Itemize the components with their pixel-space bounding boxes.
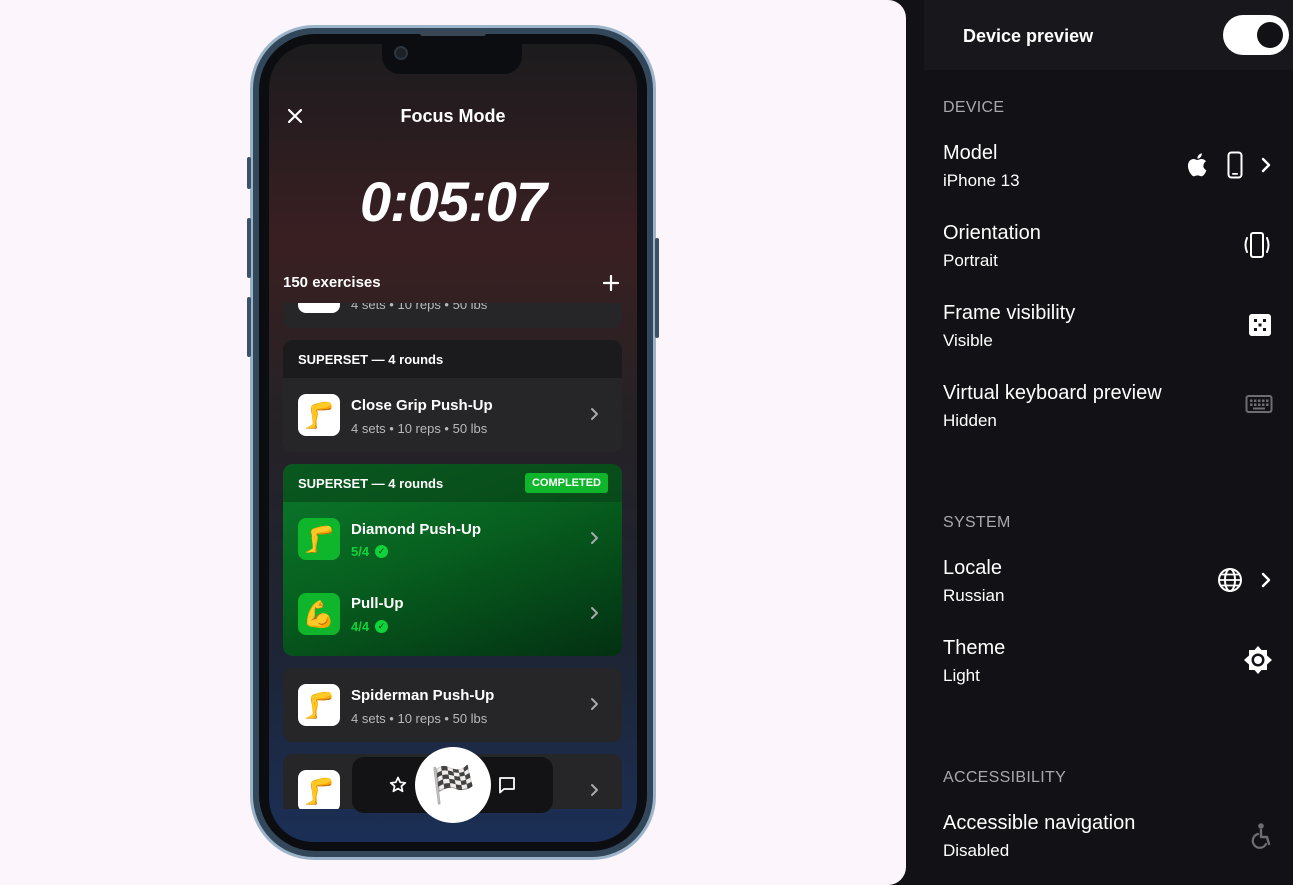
- chevron-right-icon: [591, 532, 598, 544]
- exercise-row[interactable]: 🦵 Diamond Push-Up 5/4 ✓: [283, 502, 622, 577]
- apple-logo-icon: [1187, 153, 1207, 177]
- setting-accessible-navigation[interactable]: Accessible navigation Disabled: [943, 812, 1273, 861]
- check-circle-icon: ✓: [375, 545, 389, 558]
- flexed-biceps-emoji-icon: 💪: [298, 593, 340, 635]
- accessibility-icon: [1251, 823, 1271, 849]
- setting-icons: [1243, 645, 1273, 675]
- setting-icons: [1245, 394, 1273, 414]
- setting-label: Accessible navigation: [943, 812, 1136, 834]
- chevron-right-icon: [591, 408, 598, 420]
- exercise-progress: 5/4 ✓: [351, 544, 389, 559]
- setting-value: Disabled: [943, 841, 1010, 860]
- setting-virtual-keyboard[interactable]: Virtual keyboard preview Hidden: [943, 382, 1273, 431]
- app-header: Focus Mode: [269, 100, 637, 134]
- brightness-icon: [1244, 646, 1272, 674]
- setting-frame-visibility[interactable]: Frame visibility Visible: [943, 302, 1273, 351]
- section-device: DEVICE: [943, 99, 1005, 116]
- device-preview-panel: Device preview DEVICE Model iPhone 13 Or…: [906, 0, 1293, 885]
- setting-theme[interactable]: Theme Light: [943, 637, 1273, 686]
- toggle-knob: [1257, 22, 1283, 48]
- superset-card: SUPERSET — 4 rounds 🦵 Close Grip Push-Up…: [283, 340, 622, 452]
- exercise-count: 150 exercises: [283, 274, 381, 291]
- section-accessibility: ACCESSIBILITY: [943, 769, 1067, 786]
- setting-icons: [1241, 230, 1273, 260]
- add-icon[interactable]: [601, 273, 621, 293]
- exercise-card[interactable]: 🦵 Spiderman Push-Up 4 sets • 10 reps • 5…: [283, 668, 622, 742]
- superset-card-completed: SUPERSET — 4 rounds COMPLETED 🦵 Diamond …: [283, 464, 622, 656]
- phone-icon: [1227, 151, 1243, 179]
- globe-icon: [1218, 568, 1242, 592]
- setting-label: Virtual keyboard preview: [943, 382, 1162, 404]
- finish-workout-button[interactable]: 🏁: [415, 747, 491, 823]
- phone-camera: [394, 46, 408, 60]
- preview-canvas: Focus Mode 0:05:07 150 exercises 4 sets …: [0, 0, 906, 885]
- setting-label: Theme: [943, 637, 1006, 659]
- device-preview-toggle[interactable]: [1223, 15, 1289, 55]
- chevron-right-icon: [591, 784, 598, 796]
- setting-value: Portrait: [943, 251, 998, 270]
- phone-screen: Focus Mode 0:05:07 150 exercises 4 sets …: [269, 44, 637, 842]
- progress-value: 5/4: [351, 544, 370, 559]
- completed-badge: COMPLETED: [524, 473, 608, 493]
- exercise-meta: 4 sets • 10 reps • 50 lbs: [351, 303, 488, 312]
- leg-emoji-icon: 🦵: [298, 684, 340, 726]
- exercise-name: Pull-Up: [351, 595, 404, 612]
- setting-icons: [1217, 567, 1273, 593]
- setting-value: Hidden: [943, 411, 997, 430]
- leg-emoji-icon: 🦵: [298, 518, 340, 560]
- exercise-meta: 4 sets • 10 reps • 50 lbs: [351, 711, 488, 726]
- exercise-meta: 4 sets • 10 reps • 50 lbs: [351, 421, 488, 436]
- exercise-name: Spiderman Push-Up: [351, 687, 495, 704]
- chevron-right-icon: [1261, 157, 1271, 173]
- leg-emoji-icon: 🦵: [298, 394, 340, 436]
- phone-side-button: [247, 157, 251, 189]
- exercise-progress: 4/4 ✓: [351, 619, 389, 634]
- keyboard-icon: [1245, 395, 1273, 413]
- chevron-right-icon: [591, 607, 598, 619]
- exercise-card-partial[interactable]: 4 sets • 10 reps • 50 lbs: [283, 303, 622, 328]
- setting-label: Frame visibility: [943, 302, 1076, 324]
- leg-emoji-icon: 🦵: [298, 770, 340, 809]
- section-system: SYSTEM: [943, 514, 1011, 531]
- setting-locale[interactable]: Locale Russian: [943, 557, 1273, 606]
- app-title: Focus Mode: [400, 106, 506, 126]
- exercise-tile: [298, 303, 340, 313]
- superset-header: SUPERSET — 4 rounds: [283, 340, 622, 378]
- superset-header: SUPERSET — 4 rounds COMPLETED: [283, 464, 622, 502]
- setting-model[interactable]: Model iPhone 13: [943, 142, 1273, 191]
- setting-icons: [1247, 312, 1273, 338]
- exercise-list[interactable]: 4 sets • 10 reps • 50 lbs SUPERSET — 4 r…: [269, 303, 637, 809]
- exercise-row[interactable]: 🦵 Close Grip Push-Up 4 sets • 10 reps • …: [283, 378, 622, 452]
- check-circle-icon: ✓: [375, 620, 389, 633]
- chevron-right-icon: [591, 698, 598, 710]
- phone-side-button: [247, 297, 251, 357]
- chevron-right-icon: [1261, 572, 1271, 588]
- setting-label: Orientation: [943, 222, 1041, 244]
- phone-speaker: [420, 31, 486, 36]
- chat-icon[interactable]: [495, 773, 519, 797]
- phone-side-button: [247, 218, 251, 278]
- phone-power-button: [655, 238, 659, 338]
- screen-rotation-icon: [1244, 232, 1270, 258]
- setting-icons: [1185, 150, 1273, 180]
- exercise-name: Diamond Push-Up: [351, 521, 481, 538]
- setting-value: Light: [943, 666, 980, 685]
- frame-icon: [1249, 314, 1271, 336]
- exercise-name: Close Grip Push-Up: [351, 397, 493, 414]
- star-icon[interactable]: [386, 773, 410, 797]
- setting-icons: [1249, 822, 1273, 850]
- workout-timer: 0:05:07: [359, 170, 547, 233]
- progress-value: 4/4: [351, 619, 370, 634]
- panel-title: Device preview: [963, 26, 1094, 46]
- panel-topbar: Device preview: [924, 0, 1293, 70]
- setting-value: Visible: [943, 331, 993, 350]
- exercise-row[interactable]: 🦵 Spiderman Push-Up 4 sets • 10 reps • 5…: [283, 668, 622, 742]
- superset-header-label: SUPERSET — 4 rounds: [298, 476, 444, 491]
- exercise-row[interactable]: 💪 Pull-Up 4/4 ✓: [283, 577, 622, 652]
- setting-orientation[interactable]: Orientation Portrait: [943, 222, 1273, 271]
